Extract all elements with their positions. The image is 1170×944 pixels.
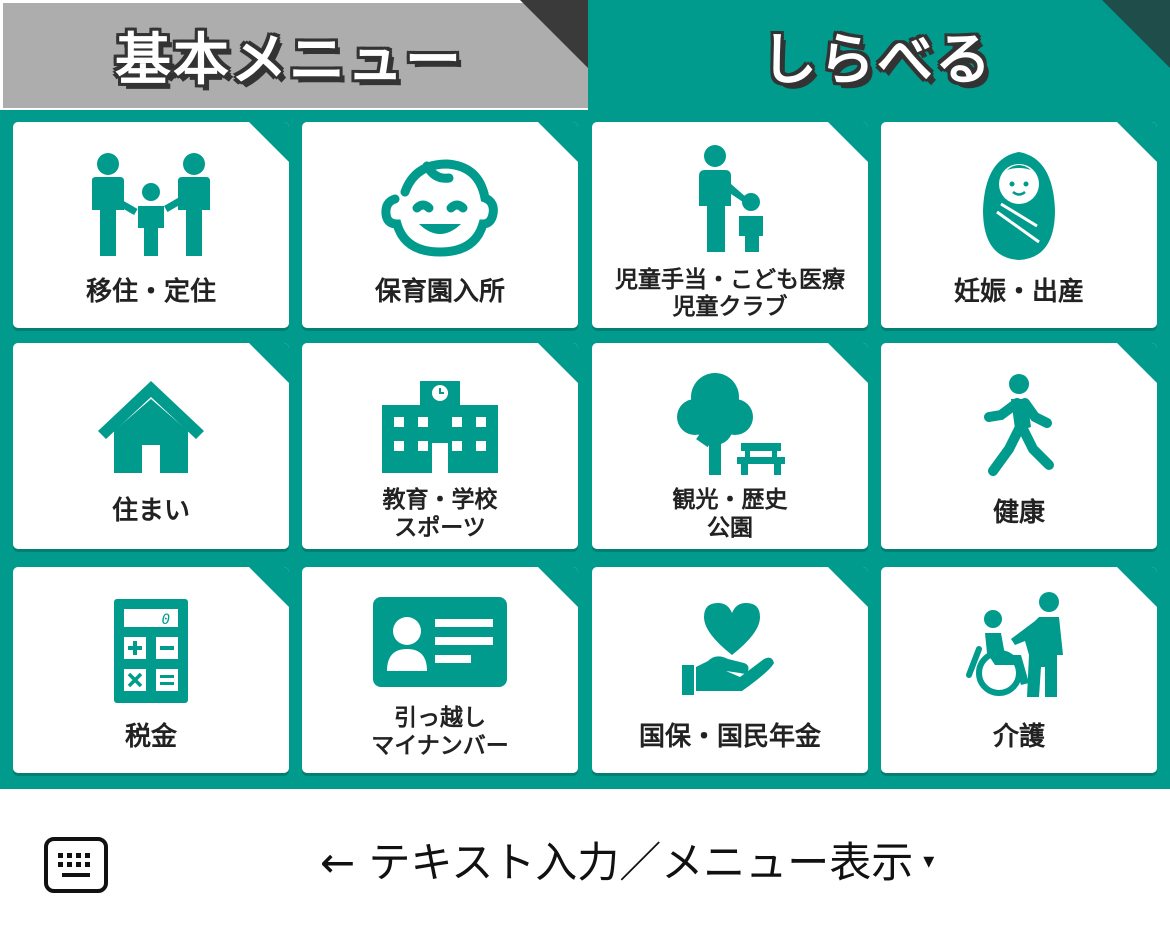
school-building-icon xyxy=(382,381,498,473)
menu-item-housing[interactable]: 住まい xyxy=(13,343,289,549)
corner-marker-icon xyxy=(1117,567,1157,607)
menu-item-label: 介護 xyxy=(992,722,1045,752)
menu-item-label: 児童手当・こども医療 xyxy=(615,267,845,293)
menu-item-child-allowance[interactable]: 児童手当・こども医療 児童クラブ xyxy=(592,122,868,328)
menu-item-nursery[interactable]: 保育園入所 xyxy=(302,122,578,328)
corner-marker-icon xyxy=(249,567,289,607)
calculator-display: 0 xyxy=(162,612,170,628)
corner-marker-icon xyxy=(249,122,289,162)
corner-marker-icon xyxy=(538,343,578,383)
tab-search[interactable]: しらべる xyxy=(588,0,1170,110)
menu-grid: 移住・定住 保育園入所 児童手当・こども医療 児童クラブ 妊娠・出産 住まい 教… xyxy=(0,110,1170,789)
menu-tabs: 基本メニュー しらべる xyxy=(0,0,1170,110)
walking-person-icon xyxy=(984,374,1054,476)
menu-item-label: 移住・定住 xyxy=(85,277,216,307)
menu-item-label: 教育・学校 xyxy=(382,487,498,513)
menu-item-label-line2: 児童クラブ xyxy=(672,294,788,320)
menu-item-label: 引っ越し xyxy=(394,705,486,731)
menu-item-label-line2: 公園 xyxy=(707,515,753,541)
corner-marker-icon xyxy=(1117,122,1157,162)
menu-item-label: 妊娠・出産 xyxy=(953,277,1084,307)
corner-marker-icon xyxy=(828,343,868,383)
tab-search-label: しらべる xyxy=(761,27,993,93)
menu-toggle-button[interactable]: ← テキスト入力／メニュー表示 ▾ xyxy=(320,829,934,889)
menu-item-label: 観光・歴史 xyxy=(672,487,788,513)
tab-corner-icon xyxy=(520,0,588,68)
menu-item-tourism[interactable]: 観光・歴史 公園 xyxy=(592,343,868,549)
tree-bench-icon xyxy=(677,373,785,475)
menu-item-label: 税金 xyxy=(124,722,177,752)
menu-item-label: 健康 xyxy=(992,498,1045,528)
heart-hand-icon xyxy=(682,603,774,695)
parent-child-icon xyxy=(699,145,763,252)
menu-item-label-line2: スポーツ xyxy=(394,515,486,541)
house-icon xyxy=(98,381,204,473)
menu-toggle-label: ← テキスト入力／メニュー表示 xyxy=(320,837,914,887)
tab-basic-menu[interactable]: 基本メニュー xyxy=(0,0,588,110)
menu-item-label: 住まい xyxy=(111,496,190,526)
menu-item-tax[interactable]: 0 税金 xyxy=(13,567,289,773)
corner-marker-icon xyxy=(1117,343,1157,383)
corner-marker-icon xyxy=(828,122,868,162)
family-icon xyxy=(92,153,210,256)
corner-marker-icon xyxy=(249,343,289,383)
menu-item-label-line2: マイナンバー xyxy=(371,733,509,759)
triangle-down-icon: ▾ xyxy=(923,848,935,874)
wheelchair-care-icon xyxy=(966,592,1063,697)
menu-item-relocation[interactable]: 移住・定住 xyxy=(13,122,289,328)
calculator-icon: 0 xyxy=(114,599,188,703)
menu-item-health-insurance[interactable]: 国保・国民年金 xyxy=(592,567,868,773)
id-card-icon xyxy=(373,597,507,687)
menu-item-moving[interactable]: 引っ越し マイナンバー xyxy=(302,567,578,773)
menu-item-label: 保育園入所 xyxy=(374,277,505,307)
corner-marker-icon xyxy=(538,567,578,607)
swaddled-baby-icon xyxy=(983,152,1055,260)
tab-basic-menu-label: 基本メニュー xyxy=(115,27,463,93)
menu-item-pregnancy[interactable]: 妊娠・出産 xyxy=(881,122,1157,328)
chat-input-bar: ← テキスト入力／メニュー表示 ▾ xyxy=(0,789,1170,944)
corner-marker-icon xyxy=(538,122,578,162)
menu-item-health[interactable]: 健康 xyxy=(881,343,1157,549)
keyboard-icon[interactable] xyxy=(44,837,108,893)
menu-item-education[interactable]: 教育・学校 スポーツ xyxy=(302,343,578,549)
menu-item-label: 国保・国民年金 xyxy=(638,722,821,752)
baby-face-icon xyxy=(381,159,498,257)
corner-marker-icon xyxy=(828,567,868,607)
tab-corner-icon xyxy=(1102,0,1170,68)
menu-item-nursing-care[interactable]: 介護 xyxy=(881,567,1157,773)
